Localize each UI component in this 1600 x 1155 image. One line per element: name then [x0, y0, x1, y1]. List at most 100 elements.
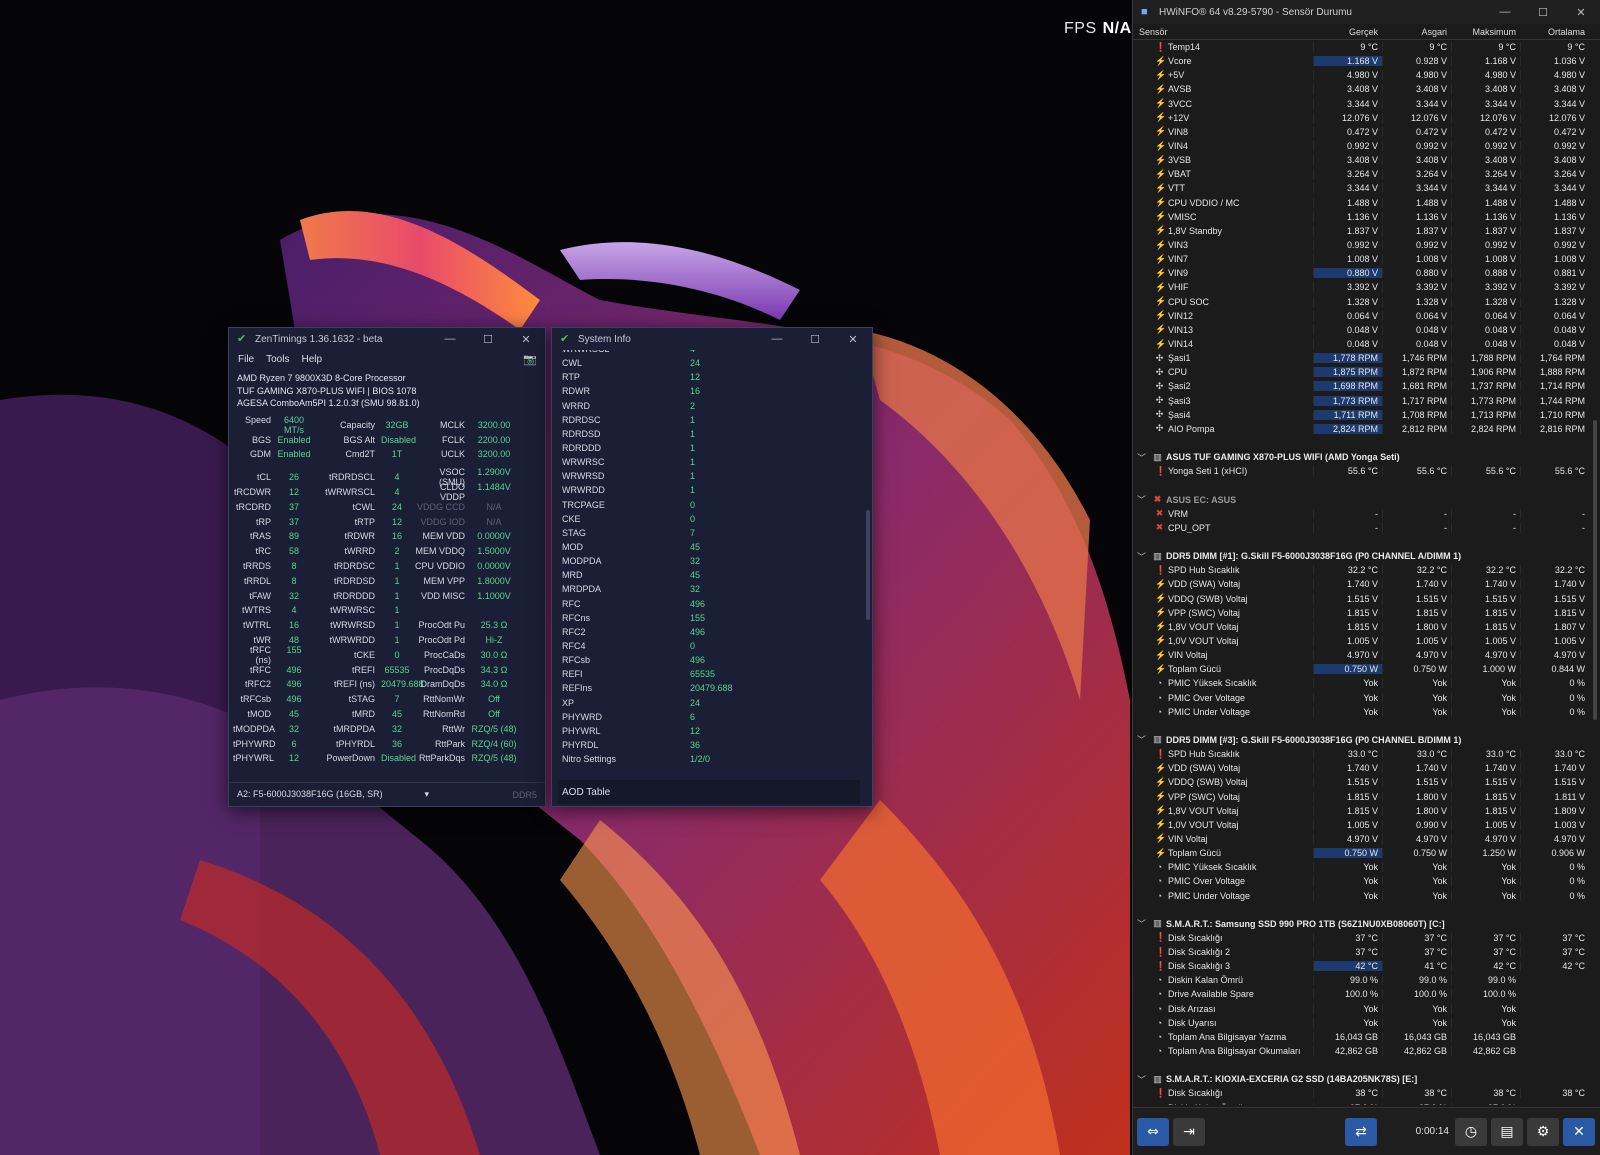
sensor-row[interactable]: ⚡ VIN7 1.008 V 1.008 V 1.008 V 1.008 V	[1133, 252, 1591, 266]
sensor-row[interactable]: ⚡ VPP (SWC) Voltaj 1.815 V 1.800 V 1.815 V 1.…	[1133, 789, 1591, 803]
sensor-row[interactable]: ❗ SPD Hub Sıcaklık 32.2 °C 32.2 °C 32.2 °C 32…	[1133, 563, 1591, 577]
maximize-button[interactable]: ☐	[796, 333, 834, 346]
sensor-row[interactable]: ⚡ VIN13 0.048 V 0.048 V 0.048 V 0.048 V	[1133, 323, 1591, 337]
sensor-row[interactable]: ⚡ VIN8 0.472 V 0.472 V 0.472 V 0.472 V	[1133, 125, 1591, 139]
sensor-row[interactable]: ◔ Diskin Kalan Ömrü 99.0 % 99.0 % 99.0 %	[1133, 973, 1591, 987]
sensor-row[interactable]: ❗ Temp14 9 °C 9 °C 9 °C 9 °C	[1133, 40, 1591, 54]
sensor-row[interactable]: ⚡ VIN4 0.992 V 0.992 V 0.992 V 0.992 V	[1133, 139, 1591, 153]
gear-icon[interactable]: ⚙	[1527, 1117, 1559, 1146]
report-icon[interactable]: ▤	[1491, 1117, 1523, 1146]
close-button[interactable]: ✕	[507, 333, 545, 346]
zentimings-titlebar[interactable]: ✔ ZenTimings 1.36.1632 - beta — ☐ ✕	[229, 328, 545, 350]
clock-icon[interactable]: ◷	[1455, 1117, 1487, 1146]
sensor-row[interactable]: ⚡ Toplam Gücü 0.750 W 0.750 W 1.250 W 0.906 W	[1133, 846, 1591, 860]
sensor-row[interactable]: ⚡ 1,8V VOUT Voltaj 1.815 V 1.800 V 1.815 V 1.…	[1133, 804, 1591, 818]
sensor-row[interactable]: ⚡ CPU VDDIO / MC 1.488 V 1.488 V 1.488 V 1.48…	[1133, 196, 1591, 210]
sensor-row[interactable]: ⚡ 1,8V VOUT Voltaj 1.815 V 1.800 V 1.815 V 1.…	[1133, 620, 1591, 634]
sensor-row[interactable]: ⚡ 3VSB 3.408 V 3.408 V 3.408 V 3.408 V	[1133, 153, 1591, 167]
hwinfo-scrollbar[interactable]	[1592, 40, 1598, 1105]
sensor-row[interactable]: ◔ PMIC Yüksek Sıcaklık Yok Yok Yok 0 %	[1133, 860, 1591, 874]
sensor-row[interactable]: ⚡ VIN Voltaj 4.970 V 4.970 V 4.970 V 4.970 V	[1133, 832, 1591, 846]
sensor-row[interactable]: ⚡ VMISC 1.136 V 1.136 V 1.136 V 1.136 V	[1133, 210, 1591, 224]
sensor-row[interactable]: ⚡ 1,8V Standby 1.837 V 1.837 V 1.837 V 1.837 …	[1133, 224, 1591, 238]
col-max[interactable]: Maksimum	[1451, 27, 1520, 37]
sensor-row[interactable]: ⚡ VIN Voltaj 4.970 V 4.970 V 4.970 V 4.970 V	[1133, 648, 1591, 662]
sensor-row[interactable]: ⚡ 1,0V VOUT Voltaj 1.005 V 0.990 V 1.005 V 1.…	[1133, 818, 1591, 832]
chevron-down-icon[interactable]: ﹀	[1137, 1073, 1149, 1086]
menu-help[interactable]: Help	[301, 354, 322, 365]
sensor-row[interactable]: ✣ Şasi1 1,778 RPM 1,746 RPM 1,788 RPM 1,764 R…	[1133, 351, 1591, 365]
sensor-group-header[interactable]: ﹀ ▥ DDR5 DIMM [#3]: G.Skill F5-6000J3038F1…	[1133, 733, 1591, 747]
sensor-row[interactable]: ⚡ VDDQ (SWB) Voltaj 1.515 V 1.515 V 1.515 V1…	[1133, 591, 1591, 605]
sensor-row[interactable]: ⚡ VIN3 0.992 V 0.992 V 0.992 V 0.992 V	[1133, 238, 1591, 252]
sensor-row[interactable]: ⚡ VIN9 0.880 V 0.880 V 0.888 V 0.881 V	[1133, 266, 1591, 280]
expand-arrows-icon[interactable]: ⇥	[1173, 1117, 1205, 1146]
sensor-row[interactable]: ⚡ 3VCC 3.344 V 3.344 V 3.344 V 3.344 V	[1133, 97, 1591, 111]
sensor-row[interactable]: ✣ Şasi4 1,711 RPM 1,708 RPM 1,713 RPM 1,710 R…	[1133, 408, 1591, 422]
sensor-row[interactable]: ✖ VRM - - - -	[1133, 507, 1591, 521]
sensor-row[interactable]: ❗ Disk Sıcaklığı 37 °C 37 °C 37 °C 37 °C	[1133, 931, 1591, 945]
system-info-titlebar[interactable]: ✔ System Info — ☐ ✕	[552, 328, 872, 350]
sensor-row[interactable]: ⚡ VDD (SWA) Voltaj 1.740 V 1.740 V 1.740 V 1.…	[1133, 761, 1591, 775]
maximize-button[interactable]: ☐	[469, 333, 507, 346]
scrollbar-thumb[interactable]	[1593, 420, 1597, 720]
sensor-row[interactable]: ⚡ Vcore 1.168 V 0.928 V 1.168 V 1.036 V	[1133, 54, 1591, 68]
sensor-row[interactable]: ⚡ +5V 4.980 V 4.980 V 4.980 V 4.980 V	[1133, 68, 1591, 82]
sensor-row[interactable]: ◔ Disk Uyarısı Yok Yok Yok	[1133, 1016, 1591, 1030]
sensor-row[interactable]: ◔ Toplam Ana Bilgisayar Yazma 16,043 GB 16,…	[1133, 1030, 1591, 1044]
sensor-row[interactable]: ◔ PMIC Over Voltage Yok Yok Yok 0 %	[1133, 874, 1591, 888]
sensor-group-header[interactable]: ﹀ ▥ S.M.A.R.T.: KIOXIA-EXCERIA G2 SSD (14B…	[1133, 1072, 1591, 1086]
sensor-row[interactable]: ⚡ VTT 3.344 V 3.344 V 3.344 V 3.344 V	[1133, 181, 1591, 195]
system-info-scrollbar[interactable]	[866, 350, 870, 770]
sensor-row[interactable]: ✣ Şasi3 1,773 RPM 1,717 RPM 1,773 RPM 1,744 R…	[1133, 394, 1591, 408]
col-current[interactable]: Gerçek	[1313, 27, 1382, 37]
camera-icon[interactable]: 📷	[523, 353, 537, 366]
sensor-row[interactable]: ⚡ VPP (SWC) Voltaj 1.815 V 1.815 V 1.815 V 1.…	[1133, 606, 1591, 620]
module-selector[interactable]: A2: F5-6000J3038F16G (16GB, SR) ▾	[237, 789, 429, 800]
col-min[interactable]: Asgari	[1382, 27, 1451, 37]
scrollbar-thumb[interactable]	[866, 510, 870, 620]
sensor-row[interactable]: ◔Diskin Kalan Ömrü97.0 %97.0 %97.0 %	[1133, 1101, 1591, 1105]
sensor-row[interactable]: ◔ PMIC Yüksek Sıcaklık Yok Yok Yok 0 %	[1133, 676, 1591, 690]
col-avg[interactable]: Ortalama	[1520, 27, 1589, 37]
sensor-row[interactable]: ⚡ VDDQ (SWB) Voltaj 1.515 V 1.515 V 1.515 V1…	[1133, 775, 1591, 789]
close-button[interactable]: ✕	[834, 333, 872, 346]
minimize-button[interactable]: —	[1486, 6, 1524, 19]
sensor-group-header[interactable]: ﹀ ▥ S.M.A.R.T.: Samsung SSD 990 PRO 1TB (S…	[1133, 917, 1591, 931]
sensor-row[interactable]: ⚡ CPU SOC 1.328 V 1.328 V 1.328 V 1.328 V	[1133, 295, 1591, 309]
maximize-button[interactable]: ☐	[1524, 6, 1562, 19]
sensor-group-header[interactable]: ﹀ ✖ ASUS EC: ASUS	[1133, 493, 1591, 507]
sensor-row[interactable]: ⚡ AVSB 3.408 V 3.408 V 3.408 V 3.408 V	[1133, 82, 1591, 96]
sensor-row[interactable]: ❗ Disk Sıcaklığı 38 °C 38 °C 38 °C 38 °C	[1133, 1086, 1591, 1100]
sensor-row[interactable]: ❗ Yonga Seti 1 (xHCI) 55.6 °C 55.6 °C 55.6 °…	[1133, 464, 1591, 478]
hwinfo-titlebar[interactable]: ■ HWiNFO® 64 v8.29-5790 - Sensör Durumu …	[1133, 0, 1600, 24]
sensor-row[interactable]: ⚡ Toplam Gücü 0.750 W 0.750 W 1.000 W 0.844 W	[1133, 662, 1591, 676]
sensor-row[interactable]: ◔ PMIC Under Voltage Yok Yok Yok 0 %	[1133, 888, 1591, 902]
sensor-row[interactable]: ❗ SPD Hub Sıcaklık 33.0 °C 33.0 °C 33.0 °C 33…	[1133, 747, 1591, 761]
chevron-down-icon[interactable]: ﹀	[1137, 550, 1149, 563]
network-icon[interactable]: ⇄	[1345, 1117, 1377, 1146]
sensor-row[interactable]: ⚡ VHIF 3.392 V 3.392 V 3.392 V 3.392 V	[1133, 280, 1591, 294]
minimize-button[interactable]: —	[758, 333, 796, 346]
sensor-row[interactable]: ◔ Disk Arızası Yok Yok Yok	[1133, 1002, 1591, 1016]
sensor-row[interactable]: ◔ Drive Available Spare 100.0 % 100.0 % 100.…	[1133, 987, 1591, 1001]
sensor-row[interactable]: ⚡ +12V 12.076 V 12.076 V 12.076 V 12.076 V	[1133, 111, 1591, 125]
chevron-down-icon[interactable]: ﹀	[1137, 451, 1149, 464]
sensor-row[interactable]: ⚡ 1,0V VOUT Voltaj 1.005 V 1.005 V 1.005 V 1.…	[1133, 634, 1591, 648]
sensor-row[interactable]: ❗ Disk Sıcaklığı 3 42 °C 41 °C 42 °C 42 °C	[1133, 959, 1591, 973]
sensor-row[interactable]: ✣ CPU 1,875 RPM 1,872 RPM 1,906 RPM 1,888 RPM	[1133, 365, 1591, 379]
sensor-row[interactable]: ✣ AIO Pompa 2,824 RPM 2,812 RPM 2,824 RPM 2,8…	[1133, 422, 1591, 436]
close-button[interactable]: ✕	[1562, 6, 1600, 19]
collapse-arrows-icon[interactable]: ⇔	[1137, 1117, 1169, 1146]
menu-tools[interactable]: Tools	[266, 354, 289, 365]
col-sensor[interactable]: Sensör	[1133, 27, 1313, 37]
sensor-group-header[interactable]: ﹀ ▥ ASUS TUF GAMING X870-PLUS WIFI (AMD Yo…	[1133, 450, 1591, 464]
sensor-row[interactable]: ⚡ VBAT 3.264 V 3.264 V 3.264 V 3.264 V	[1133, 167, 1591, 181]
aod-table-button[interactable]: AOD Table	[558, 780, 860, 804]
minimize-button[interactable]: —	[431, 333, 469, 346]
sensor-row[interactable]: ◔ PMIC Over Voltage Yok Yok Yok 0 %	[1133, 690, 1591, 704]
sensor-row[interactable]: ⚡ VIN12 0.064 V 0.064 V 0.064 V 0.064 V	[1133, 309, 1591, 323]
sensor-row[interactable]: ✣ Şasi2 1,698 RPM 1,681 RPM 1,737 RPM 1,714 R…	[1133, 379, 1591, 393]
sensor-row[interactable]: ✖ CPU_OPT - - - -	[1133, 521, 1591, 535]
sensor-row[interactable]: ◔ PMIC Under Voltage Yok Yok Yok 0 %	[1133, 705, 1591, 719]
